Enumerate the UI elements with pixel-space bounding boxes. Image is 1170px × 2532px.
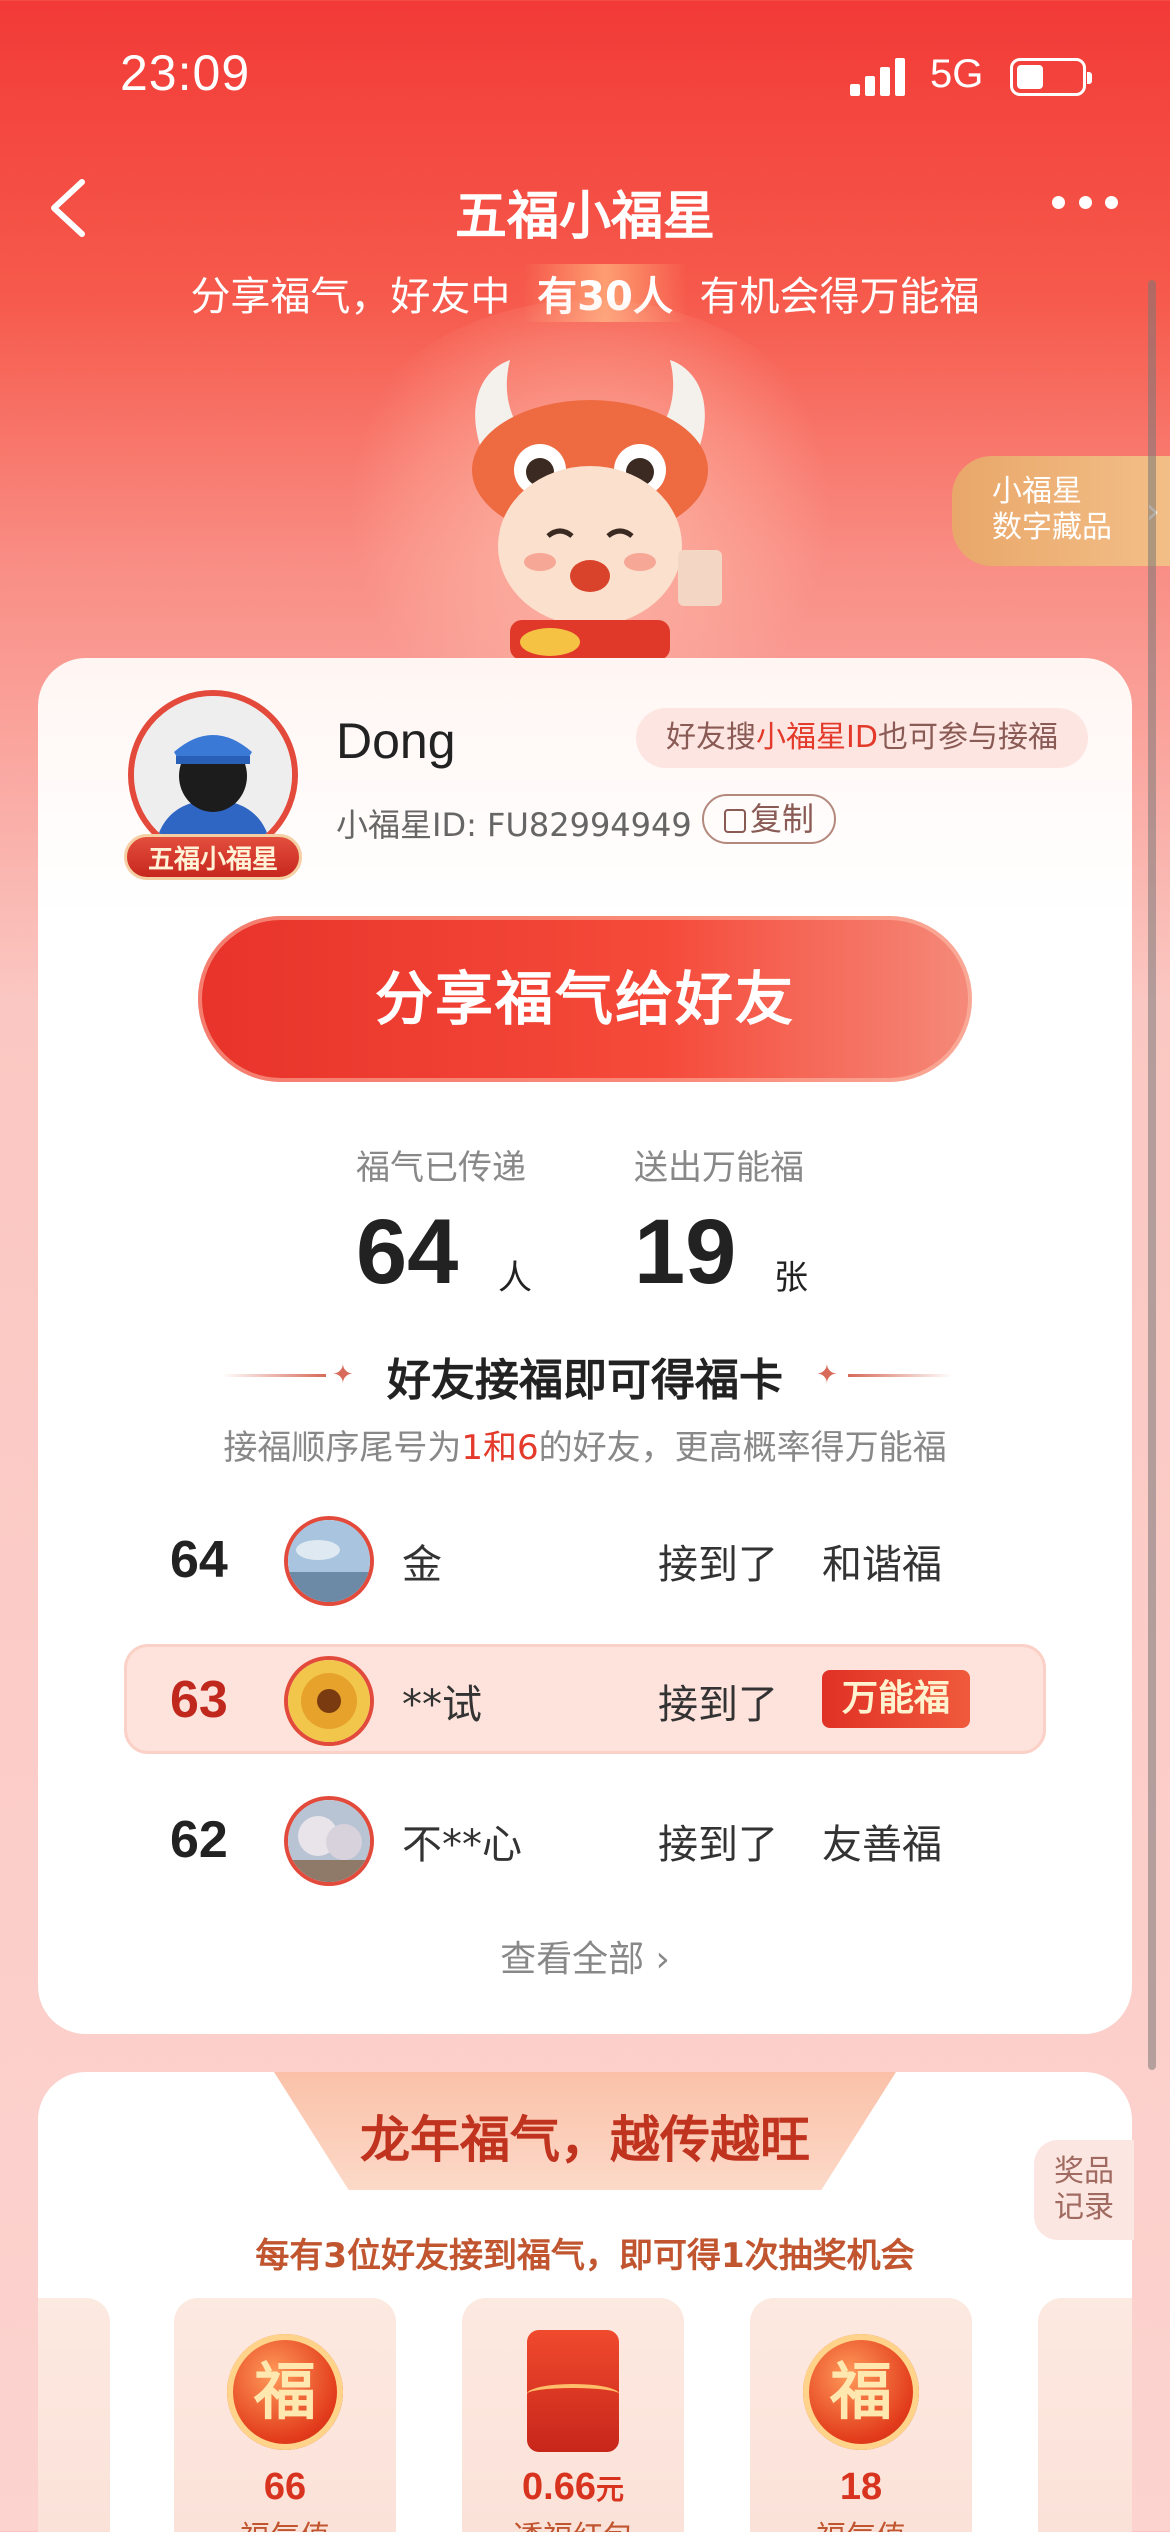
section-title: 好友接福即可得福卡	[387, 1355, 783, 1406]
rank-number: 63	[170, 1671, 228, 1729]
receiver-avatar	[284, 1796, 374, 1886]
prize-unit: 元	[595, 2474, 624, 2505]
sparkle-icon-right: ✦	[816, 1360, 838, 1390]
prize-card-partial[interactable]	[38, 2298, 110, 2532]
receiver-avatar	[284, 1656, 374, 1746]
landscape-photo-icon	[288, 1520, 370, 1602]
rank-number: 62	[170, 1811, 228, 1869]
digital-collectible-tag[interactable]: 小福星 数字藏品 ›	[952, 456, 1170, 566]
received-card: 友善福	[822, 1822, 942, 1868]
sub-prefix: 接福顺序尾号为	[223, 1428, 462, 1468]
battery-icon	[1010, 58, 1092, 96]
passed-count: 64	[356, 1201, 459, 1303]
given-label: 送出万能福	[634, 1148, 804, 1188]
user-avatar-image	[134, 696, 292, 854]
network-type: 5G	[930, 52, 984, 96]
record-line1: 奖品	[1054, 2154, 1114, 2189]
prize-value: 66	[174, 2466, 396, 2509]
prize-card-partial[interactable]	[1038, 2298, 1132, 2532]
copy-label: 复制	[749, 800, 814, 838]
divider-right	[848, 1374, 952, 1377]
subtitle-suffix: 有机会得万能福	[686, 274, 980, 320]
prize-label: 透福红包	[462, 2512, 684, 2532]
subtitle-prefix: 分享福气，好友中	[190, 274, 524, 320]
scrollbar[interactable]	[1148, 280, 1156, 2070]
received-label: 接到了	[658, 1822, 778, 1868]
user-name: Dong	[336, 713, 456, 769]
nft-tag-line1: 小福星	[992, 474, 1082, 509]
nft-tag-line2: 数字藏品	[992, 510, 1112, 545]
avatar-badge: 五福小福星	[124, 834, 302, 880]
fu-coin-icon: 福	[227, 2334, 343, 2450]
received-label: 接到了	[658, 1682, 778, 1728]
received-label: 接到了	[658, 1542, 778, 1588]
passed-unit: 人	[498, 1258, 532, 1298]
sub-suffix: 的好友，更高概率得万能福	[538, 1428, 947, 1468]
prize-label: 福气值	[174, 2512, 396, 2532]
page-title: 五福小福星	[454, 187, 715, 247]
receiver-avatar	[284, 1516, 374, 1606]
cellular-signal-icon	[850, 56, 906, 96]
section-subtitle: 接福顺序尾号为1和6的好友，更高概率得万能福	[0, 1420, 1170, 1469]
tip-highlight: 小福星ID	[756, 720, 878, 755]
tip-suffix: 也可参与接福	[877, 720, 1058, 755]
status-time: 23:09	[120, 45, 251, 101]
receiver-name: **试	[402, 1682, 482, 1728]
record-line2: 记录	[1054, 2190, 1114, 2225]
tip-prefix: 好友搜	[666, 720, 756, 755]
lottery-title: 龙年福气，越传越旺	[360, 2111, 810, 2169]
sub-highlight: 1和6	[461, 1428, 539, 1468]
more-menu-button[interactable]	[1052, 196, 1118, 216]
passed-label: 福气已传递	[356, 1148, 526, 1188]
prize-amount: 66	[263, 2466, 307, 2508]
receiver-name: 金	[402, 1542, 442, 1588]
prize-amount: 0.66	[522, 2466, 596, 2508]
prize-record-button[interactable]: 奖品 记录	[1034, 2140, 1134, 2240]
red-packet-icon	[527, 2330, 619, 2452]
prize-label: 福气值	[750, 2512, 972, 2532]
prize-amount: 18	[839, 2466, 883, 2508]
chevron-right-icon: ›	[644, 1939, 670, 1980]
see-all-link[interactable]: 查看全部 ›	[0, 1930, 1170, 1982]
lottery-subtitle: 每有3位好友接到福气，即可得1次抽奖机会	[255, 2236, 915, 2276]
search-id-tip: 好友搜小福星ID也可参与接福	[636, 708, 1088, 768]
receiver-name: 不**心	[402, 1822, 522, 1868]
share-fortune-button[interactable]: 分享福气给好友	[198, 916, 972, 1082]
wild-card-badge: 万能福	[822, 1670, 970, 1728]
copy-id-button[interactable]: 复制	[702, 794, 836, 844]
fu-coin-icon: 福	[803, 2334, 919, 2450]
bagua-icon	[288, 1660, 370, 1742]
rank-number: 64	[170, 1531, 228, 1589]
prize-value: 0.66元	[462, 2466, 684, 2509]
user-id: 小福星ID: FU82994949	[336, 806, 692, 844]
tree-photo-icon	[288, 1800, 370, 1882]
dragon-mascot-illustration	[472, 360, 722, 660]
copy-icon	[723, 809, 746, 833]
given-count: 19	[634, 1201, 737, 1303]
see-all-label: 查看全部	[500, 1939, 645, 1980]
given-unit: 张	[774, 1258, 808, 1298]
prize-value: 18	[750, 2466, 972, 2509]
received-card: 和谐福	[822, 1542, 942, 1588]
